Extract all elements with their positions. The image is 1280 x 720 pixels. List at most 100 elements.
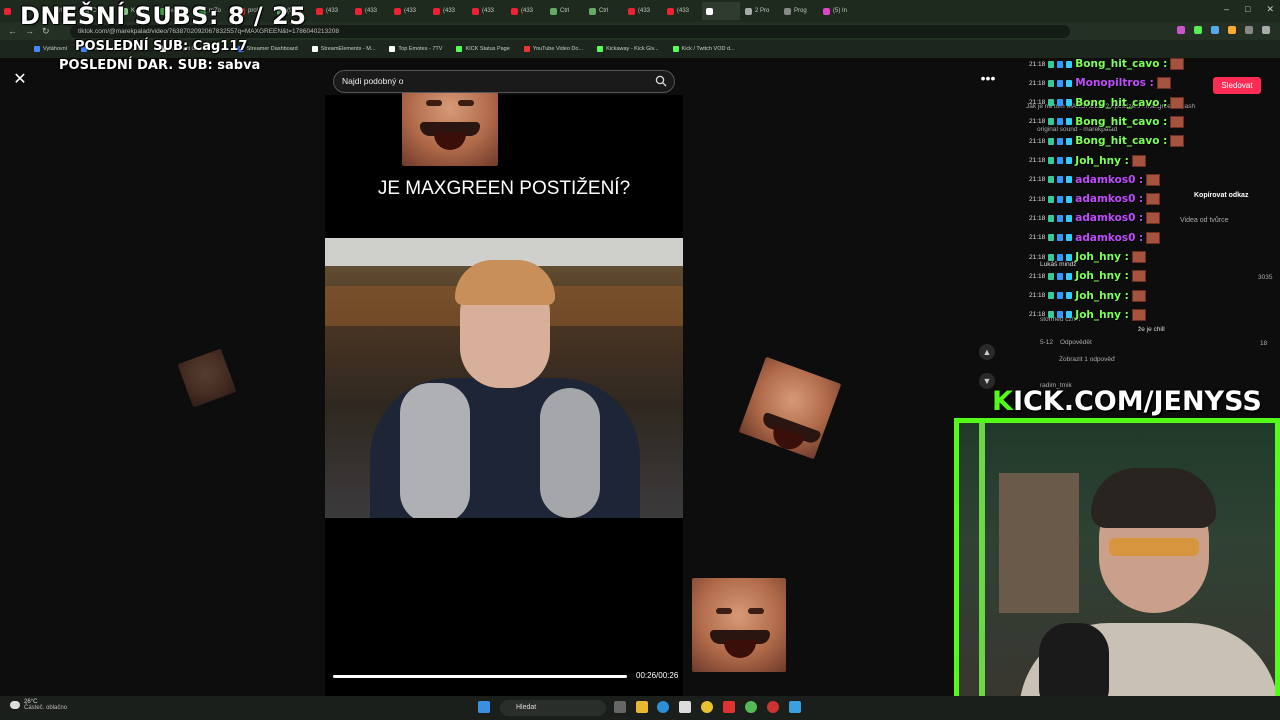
browser-tab[interactable]: (433 (507, 2, 545, 20)
reply-date: 5-12 (1040, 339, 1054, 346)
tab-favicon-icon (4, 7, 11, 15)
chrome-icon[interactable] (745, 701, 757, 713)
tab-creator-videos[interactable]: Videa od tvůrce (1180, 217, 1229, 224)
obs-icon[interactable] (723, 701, 735, 713)
extension-icon[interactable] (1228, 26, 1236, 34)
tab-favicon-icon (511, 7, 518, 15)
chat-timestamp: 21:18 (1029, 253, 1046, 261)
bookmark-item[interactable]: StreamElements - M... (308, 46, 380, 52)
start-icon[interactable] (478, 701, 490, 713)
chat-emote (1146, 193, 1161, 206)
bookmark-label: KICK Status Page (465, 46, 510, 52)
chat-username[interactable]: Joh_hny : (1075, 309, 1129, 321)
browser-tab[interactable]: Ctrl (546, 2, 584, 20)
extension-icon[interactable] (1211, 26, 1219, 34)
chat-badge-icon (1057, 157, 1064, 164)
profile-avatar[interactable] (1262, 26, 1270, 34)
reply-likes[interactable]: 18 (1260, 340, 1267, 347)
browser-tab[interactable]: (5) In (819, 2, 857, 20)
search-icon[interactable] (655, 75, 667, 87)
chat-badge-icon (1048, 272, 1055, 280)
follow-button[interactable]: Sledovat (1213, 77, 1261, 94)
extension-icon[interactable] (1194, 26, 1202, 34)
weather-widget[interactable]: 26°C Částeč. oblačno (10, 699, 67, 711)
close-icon[interactable]: ✕ (12, 72, 28, 88)
show-replies-button[interactable]: Zobrazit 1 odpověď (1059, 356, 1115, 363)
browser-tab[interactable]: (433 (390, 2, 428, 20)
chat-emote (1146, 231, 1161, 244)
browser-tab[interactable]: (433 (429, 2, 467, 20)
chrome-icon[interactable] (701, 701, 713, 713)
chat-username[interactable]: Bong_hit_cavo : (1075, 97, 1167, 109)
browser-tab[interactable]: (433 (312, 2, 350, 20)
tab-favicon-icon (628, 7, 635, 15)
browser-tab[interactable]: (433 (468, 2, 506, 20)
bookmark-item[interactable]: Kick / Twitch VOD d... (669, 46, 739, 52)
bookmark-item[interactable]: Vytáhovní (30, 46, 71, 52)
browser-tab[interactable]: (433 (351, 2, 389, 20)
maximize-icon[interactable]: □ (1245, 4, 1250, 15)
minimize-icon[interactable]: – (1224, 4, 1229, 15)
file-explorer-icon[interactable] (636, 701, 648, 713)
bookmark-item[interactable]: KICK Status Page (452, 46, 513, 52)
chat-badge-icon (1048, 60, 1055, 68)
extension-icon[interactable] (1245, 26, 1253, 34)
chat-emote (1131, 270, 1146, 283)
bookmark-item[interactable]: YouTube Video Do... (520, 46, 587, 52)
chat-badge-icon (1057, 195, 1064, 203)
video-time: 00:26/00:26 (636, 671, 679, 680)
browser-tab[interactable]: (433 (663, 2, 701, 20)
close-window-icon[interactable]: ✕ (1266, 4, 1274, 15)
app-icon[interactable] (789, 701, 801, 713)
chat-badge-icon (1057, 272, 1064, 280)
browser-tab[interactable]: (433 (624, 2, 662, 20)
chat-username[interactable]: adamkos0 : (1075, 193, 1143, 205)
chat-username[interactable]: Joh_hny : (1075, 290, 1129, 302)
chat-badge-icon (1048, 118, 1055, 126)
reply-button[interactable]: Odpovědět (1060, 339, 1092, 346)
chat-emote (1146, 173, 1161, 186)
bookmark-favicon-icon (311, 46, 318, 52)
chat-timestamp: 21:18 (1029, 176, 1046, 184)
chat-timestamp: 21:18 (1029, 137, 1046, 145)
chat-username[interactable]: Joh_hny : (1075, 270, 1129, 282)
reply-text: že je chill (1138, 326, 1165, 333)
chat-username[interactable]: Bong_hit_cavo : (1075, 135, 1167, 147)
search-input[interactable]: Najdi podobný o (333, 70, 675, 93)
chat-message: 21:18 Joh_hny : (1029, 308, 1146, 322)
store-icon[interactable] (679, 701, 691, 713)
chat-badge-icon (1057, 79, 1064, 87)
more-options-icon[interactable]: ••• (978, 71, 998, 86)
copy-link-button[interactable]: Kopírovat odkaz (1194, 192, 1248, 199)
chat-username[interactable]: Bong_hit_cavo : (1075, 116, 1167, 128)
taskbar-search[interactable]: Hledat (500, 700, 606, 716)
taskview-icon[interactable] (614, 701, 626, 713)
video-progress-bar[interactable] (333, 675, 627, 678)
bookmark-item[interactable]: Kickaway - Kick Giv... (593, 46, 662, 52)
bookmark-label: Kick / Twitch VOD d... (681, 46, 735, 52)
tab-favicon-icon (784, 7, 791, 15)
extension-icon[interactable] (1177, 26, 1185, 34)
tab-label: Ctrl (560, 8, 570, 14)
chat-username[interactable]: adamkos0 : (1075, 174, 1143, 186)
browser-tab[interactable]: Ctrl (585, 2, 623, 20)
browser-tab[interactable] (702, 2, 740, 20)
chat-badge-icon (1057, 234, 1064, 242)
kick-channel-overlay: KICK.COM/JENYSS (992, 386, 1262, 417)
chat-username[interactable]: adamkos0 : (1075, 232, 1143, 244)
chat-username[interactable]: Joh_hny : (1075, 251, 1129, 263)
app-icon[interactable] (767, 701, 779, 713)
chat-username[interactable]: Bong_hit_cavo : (1075, 58, 1167, 70)
previous-video-icon[interactable]: ▲ (979, 344, 995, 360)
comment-likes[interactable]: 3035 (1258, 274, 1272, 281)
bookmark-item[interactable]: Top Emotes - 7TV (385, 46, 446, 52)
chat-username[interactable]: Monopiltros : (1075, 77, 1154, 89)
edge-icon[interactable] (657, 701, 669, 713)
chat-timestamp: 21:18 (1029, 234, 1046, 242)
browser-tab[interactable]: Prog (780, 2, 818, 20)
chat-username[interactable]: adamkos0 : (1075, 212, 1143, 224)
chat-username[interactable]: Joh_hny : (1075, 155, 1129, 167)
tab-favicon-icon (589, 7, 596, 15)
back-icon[interactable]: ← (8, 26, 17, 36)
browser-tab[interactable]: 2 Pro (741, 2, 779, 20)
